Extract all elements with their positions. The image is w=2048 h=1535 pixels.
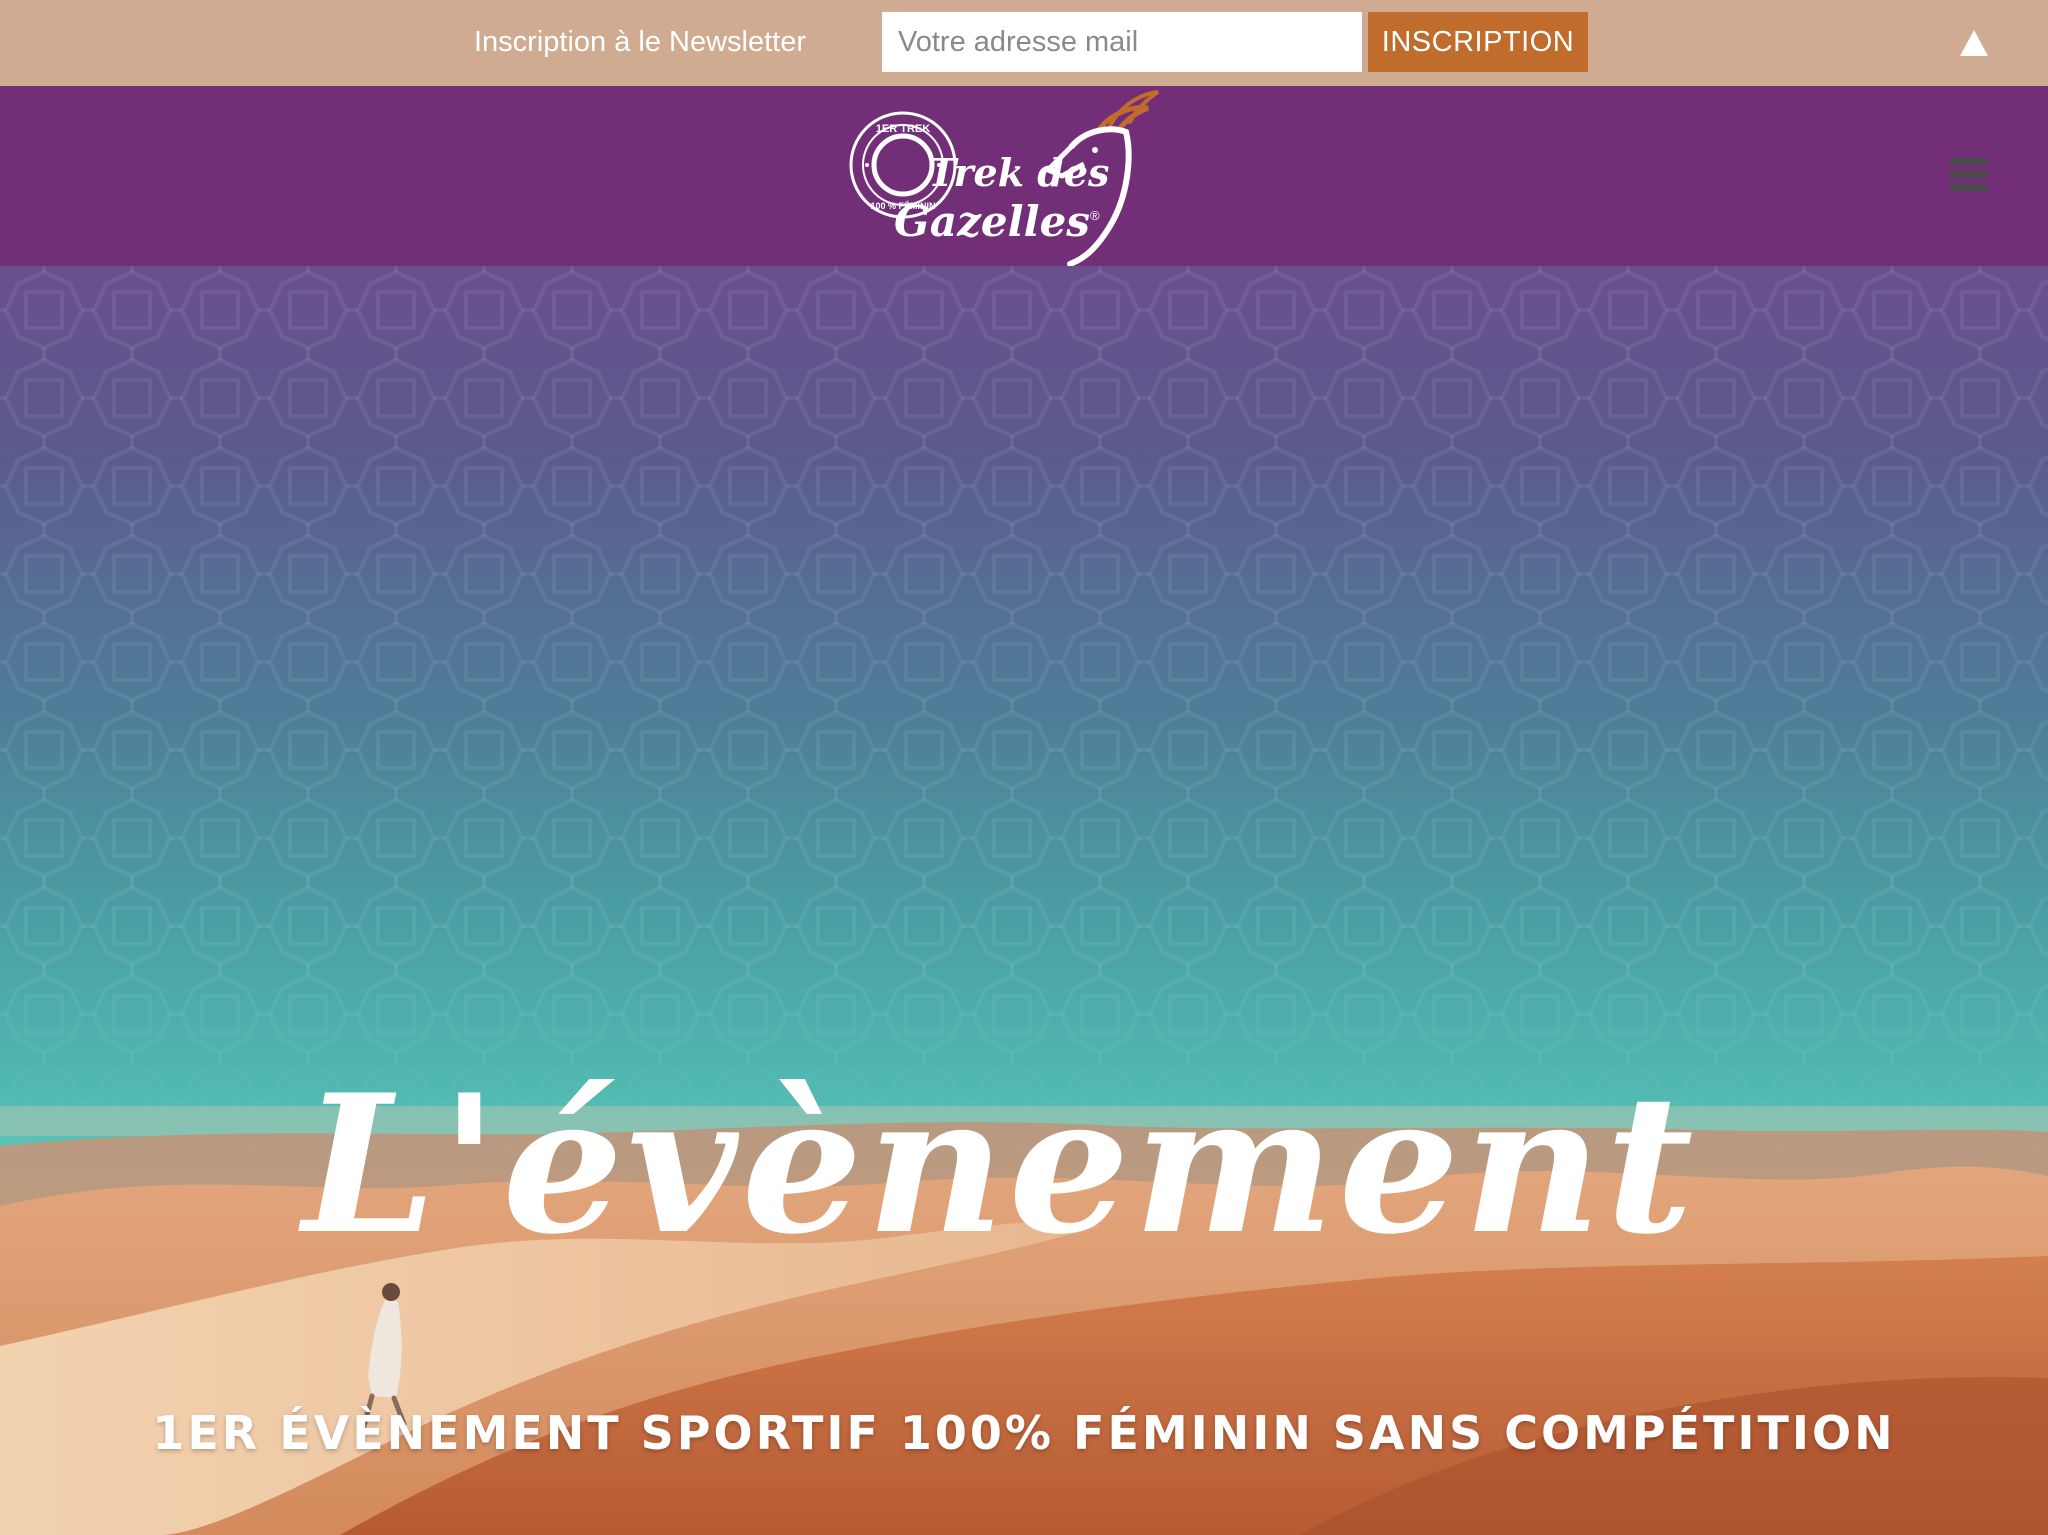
logo-brand-line2: Gazelles (894, 197, 1090, 246)
logo-badge-top: 1ER TREK (876, 123, 930, 135)
newsletter-bar: Inscription à le Newsletter INSCRIPTION (0, 0, 2048, 86)
site-logo[interactable]: 1ER TREK 100 % FÉMININ Trek des Gazelles… (848, 86, 1198, 266)
logo-brand-line1: Trek des (928, 150, 1109, 195)
site-header: 1ER TREK 100 % FÉMININ Trek des Gazelles… (0, 86, 2048, 266)
menu-icon-bar (1950, 158, 1988, 165)
menu-icon-bar (1950, 184, 1988, 191)
hamburger-menu-icon[interactable] (1950, 158, 1988, 194)
hero-title-text: L'évènement (298, 1066, 1698, 1266)
newsletter-label: Inscription à le Newsletter (474, 26, 807, 58)
up-arrow-icon[interactable] (1958, 27, 1990, 59)
logo-registered-mark: ® (1090, 208, 1100, 223)
newsletter-email-input[interactable] (882, 12, 1362, 72)
newsletter-submit-button[interactable]: INSCRIPTION (1368, 12, 1588, 72)
hero-section: L'évènement 1ER ÉVÈNEMENT SPORTIF 100% F… (0, 266, 2048, 1535)
hero-title: L'évènement (298, 1066, 1698, 1266)
desert-dunes-image (0, 1106, 2048, 1535)
hero-subtitle: 1ER ÉVÈNEMENT SPORTIF 100% FÉMININ SANS … (152, 1406, 1896, 1460)
menu-icon-bar (1950, 171, 1988, 178)
